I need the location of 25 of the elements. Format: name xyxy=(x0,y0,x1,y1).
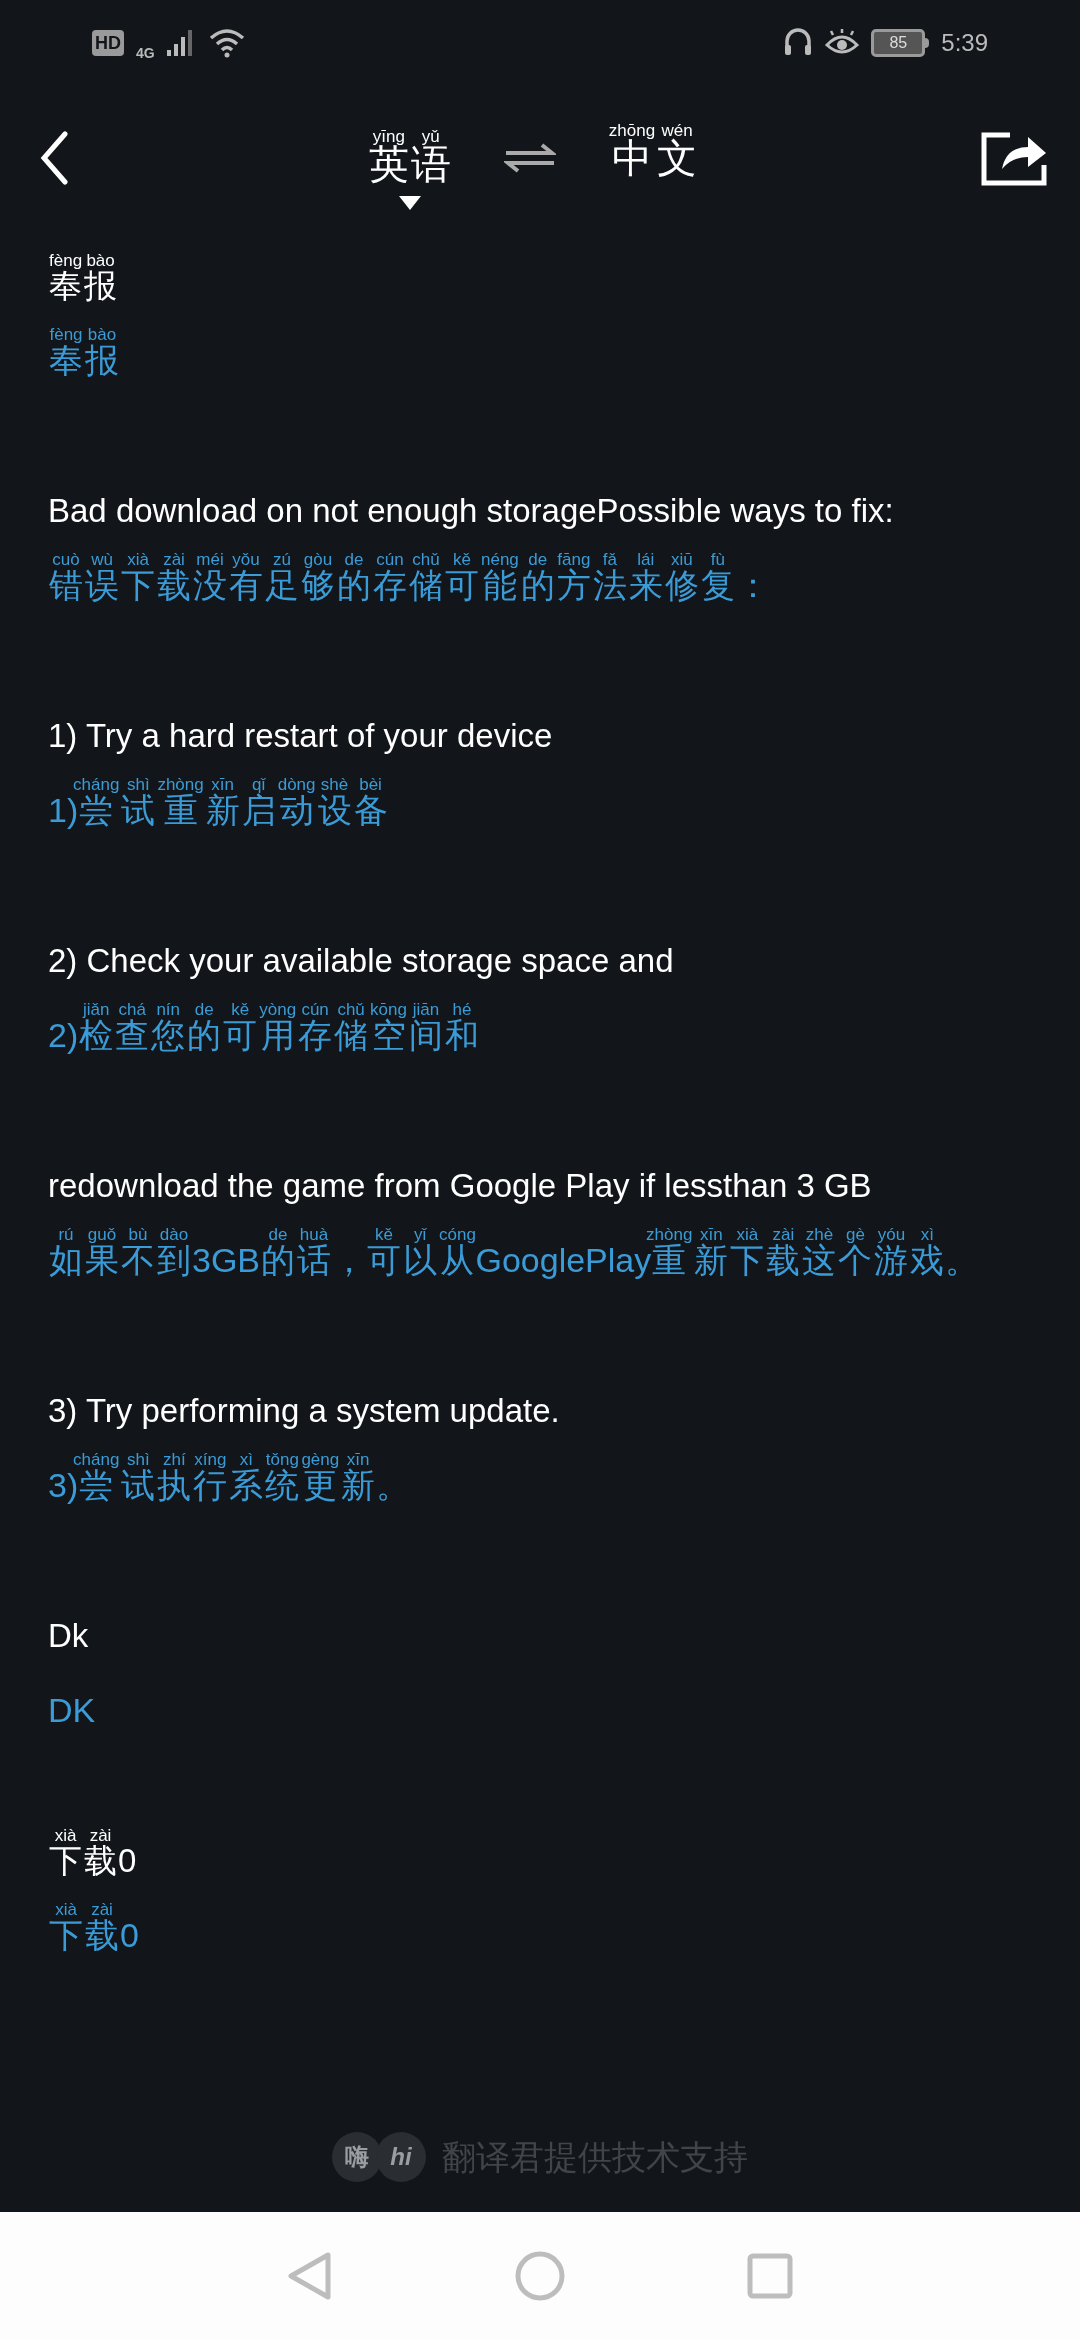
translation-text: DK xyxy=(48,1690,97,1731)
app-logo: 嗨 hi xyxy=(332,2132,426,2182)
source-text: 2) Check your available storage space and xyxy=(48,941,675,981)
clock-time: 5:39 xyxy=(941,27,988,58)
translation-text: 1)尝 cháng 试 shì 重 zhòng 新 xīn 启 qǐ 动 dòng 设 shè 备 bèi xyxy=(48,774,389,831)
translation-text: 3)尝 cháng 试 shì 执 zhí 行 xíng 系 xì 统 tǒng 更 gèng 新 xīn 。 xyxy=(48,1449,412,1506)
translation-text: 错 cuò 误 wù 下 xià 载 zài 没 méi 有 yǒu 足 zú 够 gòu 的 de 存 cún 储 chǔ 可 kě 能 néng 的 de 方 fāng 法 fǎ 来 lái 修 xiū 复 fù ： xyxy=(48,549,771,606)
source-text: 3) Try performing a system update. xyxy=(48,1391,561,1431)
source-text: 下 xià 载 zài 0 xyxy=(48,1825,138,1881)
caret-icon xyxy=(398,195,421,210)
hd-badge: HD xyxy=(92,29,124,56)
eye-icon xyxy=(825,28,860,57)
translation-text: 下 xià 载 zài 0 xyxy=(48,1899,140,1956)
source-text: redownload the game from Google Play if lessthan 3 GB xyxy=(48,1166,873,1206)
source-text: 奉 fèng 报 bào xyxy=(48,250,119,306)
translation-text: 2)检 jiǎn 查 chá 您 nín 的 de 可 kě 用 yòng 存 cún 储 chǔ 空 kōng 间 jiān 和 hé xyxy=(48,999,480,1056)
network-type: 4G xyxy=(136,44,155,63)
translation-text: 奉 fèng 报 bào xyxy=(48,324,120,381)
source-language-selector[interactable]: 英 yīng 语 yǔ xyxy=(367,105,452,210)
source-text: Bad download on not enough storagePossible ways to fix: xyxy=(48,491,895,531)
source-text: Dk xyxy=(48,1616,90,1656)
target-language-selector[interactable]: 中 zhōng 文 wén xyxy=(607,117,699,198)
translation-text: 如 rú 果 guǒ 不 bù 到 dào 3GB的 de 话 huà ，可 kě 以 yǐ 从 cóng GooglePlay重 zhòng 新 xīn 下 xià 载 zài 这 zhè 个 gè 游 yóu 戏 xì 。 xyxy=(48,1224,981,1281)
source-text: 1) Try a hard restart of your device xyxy=(48,716,554,756)
wifi-icon xyxy=(208,27,245,58)
